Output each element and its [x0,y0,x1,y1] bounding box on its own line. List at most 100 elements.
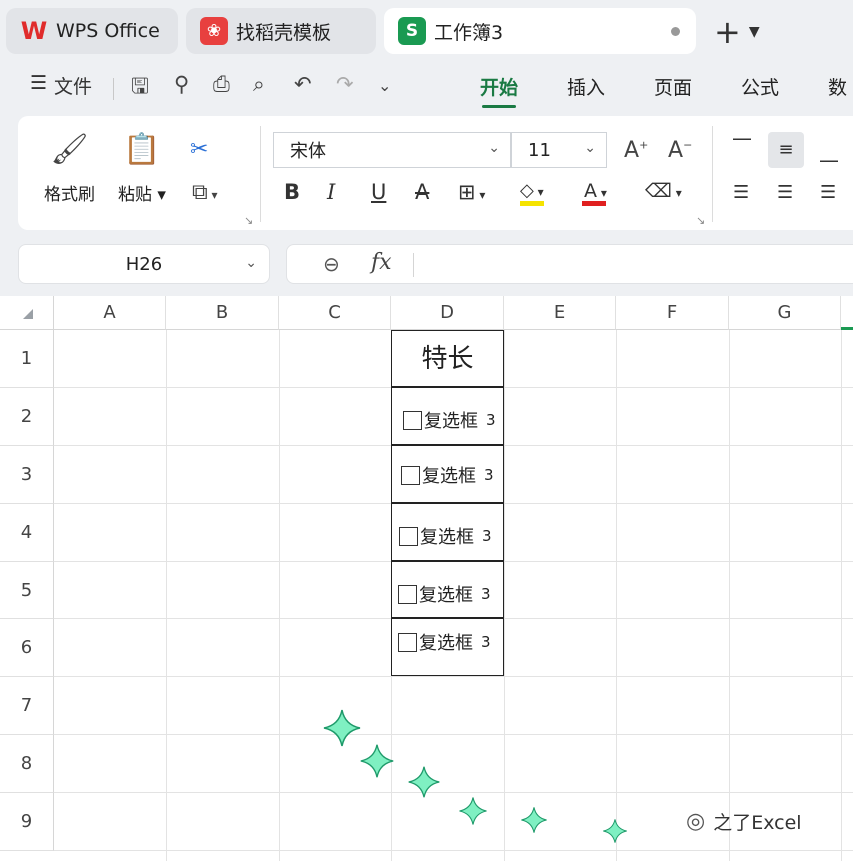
checkbox-icon [398,584,417,604]
gridline [54,792,853,793]
checkbox-label: 复选框 [419,633,473,654]
clear-format-button[interactable]: ⌫ ▾ [645,180,682,202]
paste-button[interactable]: 📋 粘贴 ▾ [118,132,166,205]
checkbox-label: 复选框 [422,466,476,487]
font-size-select[interactable]: 11 ⌄ [511,132,607,168]
tab-page[interactable]: 页面 [654,73,692,100]
watermark-text: 之了Excel [713,812,802,834]
spreadsheet-logo-icon: S [398,17,426,45]
file-menu[interactable]: 文件 [54,72,92,99]
align-bottom-icon[interactable]: ⎽ [820,142,838,163]
italic-button[interactable]: I [327,180,335,204]
row-header-2[interactable]: 2 [0,388,54,446]
gridline [54,850,853,851]
column-header-a[interactable]: A [54,296,166,330]
checkbox-row-2[interactable]: 复选框 3 [403,407,496,433]
column-header-f[interactable]: F [616,296,729,330]
divider [260,126,261,222]
name-box[interactable]: H26 ⌄ [18,244,270,284]
save-icon[interactable]: 🖫 [131,72,149,107]
font-expand-icon[interactable]: ↘ [696,214,705,227]
sparkle-icon [323,709,361,747]
underline-button[interactable]: U [371,180,386,204]
cut-icon[interactable]: ✂ [190,137,208,162]
cell-d1-header[interactable]: 特长 [391,338,504,375]
checkbox-suffix: 3 [484,466,494,484]
tab-home[interactable]: 开始 [480,73,518,108]
fx-icon[interactable]: fx [371,250,392,275]
checkbox-row-6[interactable]: 复选框 3 [398,629,491,655]
fill-color-button[interactable]: ◇ ▾ [520,180,544,201]
select-all-corner[interactable] [0,296,54,330]
tab-data[interactable]: 数 [828,73,847,100]
bold-button[interactable]: B [284,180,300,204]
unsaved-dot-icon[interactable] [671,27,680,36]
sparkle-icon [603,819,627,843]
tab-wps-office[interactable]: W WPS Office [6,8,178,54]
checkbox-row-4[interactable]: 复选框 3 [399,523,492,549]
clipboard-icon: 📋 [123,132,161,167]
tab-insert[interactable]: 插入 [567,73,605,100]
align-left-icon[interactable]: ☰ [733,182,749,203]
copy-icon[interactable]: ⧉ ▾ [192,180,218,205]
column-header-d[interactable]: D [391,296,504,330]
cell-border [391,502,504,504]
clipboard-expand-icon[interactable]: ↘ [244,214,253,227]
sparkle-icon [459,797,487,825]
font-color-button[interactable]: A ▾ [584,180,607,202]
align-top-icon[interactable]: ⎺ [733,137,751,158]
fill-color-swatch [520,201,544,206]
menu-bar: ☰ 文件 🖫 ⚲ ⎙ ⌕ ↶ ↷ ⌄ 开始 插入 页面 公式 数 [0,64,853,110]
column-header-e[interactable]: E [504,296,616,330]
column-header-g[interactable]: G [729,296,841,330]
tab-workbook3[interactable]: S 工作簿3 [384,8,696,54]
font-color-swatch [582,201,606,206]
formula-input[interactable]: ⊖ fx [286,244,853,284]
row-header-1[interactable]: 1 [0,330,54,388]
checkbox-row-3[interactable]: 复选框 3 [401,462,494,488]
print-icon[interactable]: ⎙ [213,72,230,97]
gridline [166,330,167,861]
zoom-icon[interactable]: ⊖ [323,252,340,276]
row-header-6[interactable]: 6 [0,619,54,677]
increase-font-icon[interactable]: A+ [624,138,648,163]
divider [712,126,713,222]
decrease-font-icon[interactable]: A− [668,138,692,163]
align-right-icon[interactable]: ☰ [820,182,836,203]
gridline [729,330,730,861]
font-name-value: 宋体 [290,141,326,162]
column-header-b[interactable]: B [166,296,279,330]
undo-icon[interactable]: ↶ [294,72,312,96]
strikethrough-button[interactable]: A [415,180,429,204]
title-tab-bar: W WPS Office ❀ 找稻壳模板 S 工作簿3 + ▼ [0,0,853,64]
align-center-icon[interactable]: ☰ [777,182,793,203]
font-name-select[interactable]: 宋体 ⌄ [273,132,511,168]
new-tab-button[interactable]: + ▼ [714,13,760,51]
row-header-9[interactable]: 9 [0,793,54,851]
tab-docer-templates[interactable]: ❀ 找稻壳模板 [186,8,376,54]
tab-formulas[interactable]: 公式 [741,73,779,100]
checkbox-icon [398,632,417,652]
checkbox-row-5[interactable]: 复选框 3 [398,581,491,607]
chevron-down-icon: ⌄ [245,255,257,271]
row-header-5[interactable]: 5 [0,562,54,619]
print-preview-icon[interactable]: ⌕ [253,72,265,97]
share-icon[interactable]: ⚲ [174,72,189,96]
tab-label: 找稻壳模板 [236,21,332,44]
row-header-4[interactable]: 4 [0,504,54,562]
align-middle-icon[interactable]: ≡ [768,132,804,168]
gridline [616,330,617,861]
format-painter-button[interactable]: 🖌 格式刷 [44,132,95,205]
more-chevron-icon[interactable]: ⌄ [378,76,391,95]
checkbox-label: 复选框 [424,411,478,432]
row-header-3[interactable]: 3 [0,446,54,504]
plus-icon: + [714,13,741,51]
column-header-c[interactable]: C [279,296,391,330]
gridline [54,676,853,677]
border-button[interactable]: ⊞ ▾ [458,180,485,204]
menu-icon[interactable]: ☰ [30,72,47,94]
redo-icon[interactable]: ↷ [336,72,354,96]
row-header-8[interactable]: 8 [0,735,54,793]
checkbox-suffix: 3 [481,633,491,651]
row-header-7[interactable]: 7 [0,677,54,735]
